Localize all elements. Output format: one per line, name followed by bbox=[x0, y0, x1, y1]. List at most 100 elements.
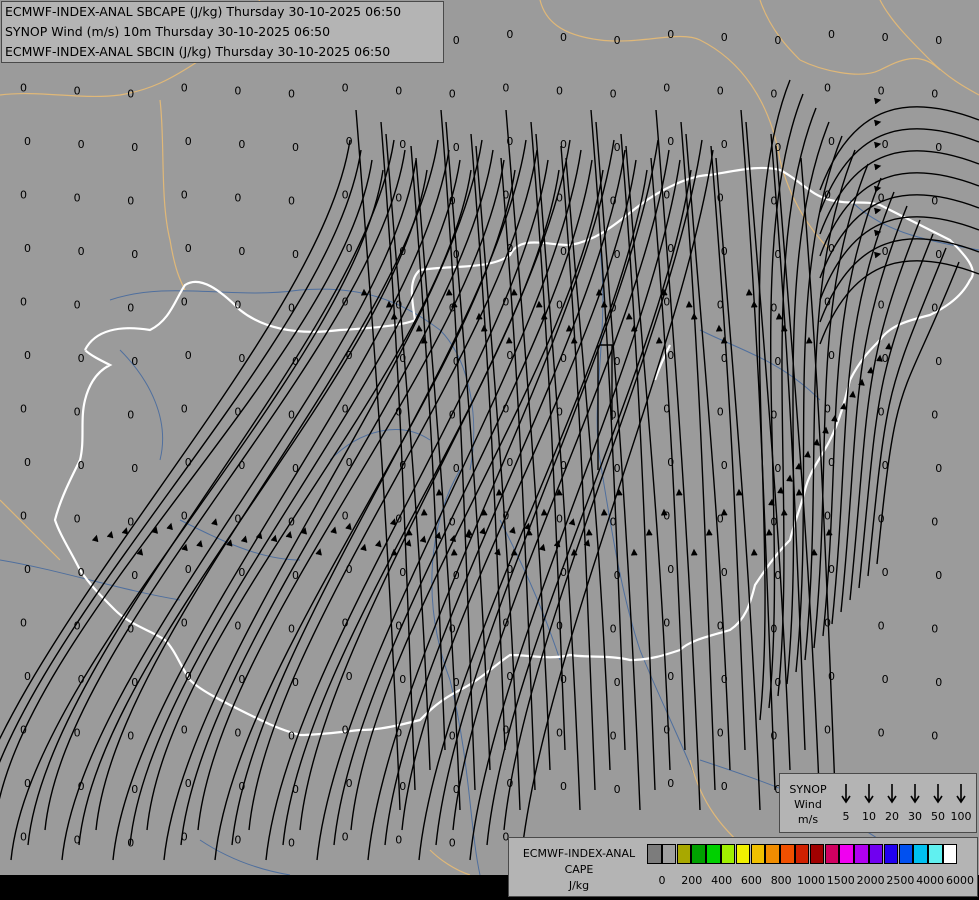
cape-value: 0 bbox=[181, 617, 188, 630]
cape-value: 0 bbox=[20, 510, 27, 523]
cape-value: 0 bbox=[24, 349, 31, 362]
cape-color-swatch bbox=[854, 844, 869, 864]
cape-value: 0 bbox=[614, 141, 621, 154]
cape-color-swatch bbox=[720, 844, 736, 864]
wind-legend-arrow bbox=[841, 784, 851, 804]
cape-value: 0 bbox=[770, 730, 777, 743]
map-canvas[interactable]: 0 0 0 0 0 0 0 0 0 0 0 0 0 0 0 0 0 0 0 0 0 0 0 0 0 0 0 0 0 0 0 0 0 0 0 0 0 0 0 0… bbox=[0, 0, 979, 900]
cape-value: 0 bbox=[131, 141, 138, 154]
cape-value: 0 bbox=[238, 352, 245, 365]
cape-value: 0 bbox=[882, 31, 889, 44]
cape-value: 0 bbox=[828, 135, 835, 148]
cape-color-swatch bbox=[839, 844, 854, 864]
cape-value: 0 bbox=[292, 462, 299, 475]
cape-value: 0 bbox=[342, 403, 349, 416]
cape-scale-ticks: 0 200 400 600 800 1000 1500 2000 2500 4000 6000 bbox=[647, 874, 977, 888]
cape-value: 0 bbox=[824, 296, 831, 309]
cape-value: 0 bbox=[20, 403, 27, 416]
cape-value: 0 bbox=[663, 82, 670, 95]
wind-legend-arrow bbox=[910, 784, 920, 804]
cape-value: 0 bbox=[238, 138, 245, 151]
cape-value: 0 bbox=[449, 730, 456, 743]
cape-value: 0 bbox=[935, 676, 942, 689]
cape-value: 0 bbox=[131, 676, 138, 689]
cape-value: 0 bbox=[78, 459, 85, 472]
cape-value: 0 bbox=[181, 296, 188, 309]
cape-tick-label: 1500 bbox=[826, 874, 855, 887]
cape-color-swatch bbox=[780, 844, 795, 864]
wind-value-50: 50 bbox=[931, 810, 945, 823]
cape-value: 0 bbox=[346, 242, 353, 255]
cape-value: 0 bbox=[342, 510, 349, 523]
cape-value: 0 bbox=[74, 85, 81, 98]
cape-value: 0 bbox=[20, 296, 27, 309]
cape-value: 0 bbox=[828, 349, 835, 362]
cape-value: 0 bbox=[234, 727, 241, 740]
cape-tick-label: 0 bbox=[658, 874, 666, 887]
cape-value: 0 bbox=[556, 727, 563, 740]
cape-value: 0 bbox=[614, 34, 621, 47]
cape-value: 0 bbox=[931, 730, 938, 743]
cape-value: 0 bbox=[614, 676, 621, 689]
cape-value: 0 bbox=[614, 462, 621, 475]
cape-value: 0 bbox=[453, 462, 460, 475]
cape-value: 0 bbox=[717, 85, 724, 98]
wind-legend-arrow bbox=[864, 784, 874, 804]
cape-value: 0 bbox=[24, 777, 31, 790]
cape-value: 0 bbox=[878, 85, 885, 98]
cape-value: 0 bbox=[663, 296, 670, 309]
cape-value: 0 bbox=[238, 245, 245, 258]
cape-tick-label: 2000 bbox=[856, 874, 885, 887]
wind-value-10: 10 bbox=[862, 810, 876, 823]
cape-value: 0 bbox=[342, 82, 349, 95]
cape-color-swatch bbox=[661, 844, 677, 864]
cape-color-swatch bbox=[913, 844, 928, 864]
cape-color-swatch bbox=[928, 844, 943, 864]
cape-value: 0 bbox=[181, 724, 188, 737]
cape-tick-label: 1000 bbox=[797, 874, 825, 887]
cape-value: 0 bbox=[127, 195, 134, 208]
cape-value: 0 bbox=[667, 28, 674, 41]
wind-legend-arrow bbox=[887, 784, 897, 804]
cape-value: 0 bbox=[828, 28, 835, 41]
cape-value: 0 bbox=[449, 623, 456, 636]
map-title-box: ECMWF-INDEX-ANAL SBCAPE (J/kg) Thursday … bbox=[1, 1, 444, 63]
cape-value: 0 bbox=[399, 780, 406, 793]
cape-tick-label: 4000 bbox=[916, 874, 945, 887]
wind-legend-label: SYNOP Wind m/s bbox=[789, 783, 827, 826]
cape-value: 0 bbox=[181, 403, 188, 416]
cape-value: 0 bbox=[288, 195, 295, 208]
cape-value: 0 bbox=[449, 88, 456, 101]
cape-value: 0 bbox=[185, 777, 192, 790]
cape-color-swatch bbox=[691, 844, 706, 864]
cape-color-swatch bbox=[706, 844, 721, 864]
cape-value: 0 bbox=[935, 569, 942, 582]
wind-legend: SYNOP Wind m/s 5 10 20 30 50 100 bbox=[779, 773, 977, 833]
cape-value: 0 bbox=[663, 617, 670, 630]
cape-value: 0 bbox=[824, 82, 831, 95]
wind-value-30: 30 bbox=[908, 810, 922, 823]
cape-value: 0 bbox=[610, 623, 617, 636]
cape-value: 0 bbox=[234, 85, 241, 98]
cape-value: 0 bbox=[346, 670, 353, 683]
cape-value: 0 bbox=[931, 623, 938, 636]
wind-legend-arrow bbox=[956, 784, 966, 804]
cape-value: 0 bbox=[288, 88, 295, 101]
cape-color-swatch bbox=[809, 844, 825, 864]
cape-color-swatch bbox=[750, 844, 766, 864]
cape-value: 0 bbox=[399, 566, 406, 579]
cape-value: 0 bbox=[556, 85, 563, 98]
cape-value: 0 bbox=[721, 780, 728, 793]
cape-value: 0 bbox=[127, 88, 134, 101]
cape-value: 0 bbox=[774, 34, 781, 47]
cape-value: 0 bbox=[78, 138, 85, 151]
title-line-synop-wind: SYNOP Wind (m/s) 10m Thursday 30-10-2025… bbox=[5, 24, 331, 39]
cape-value: 0 bbox=[667, 563, 674, 576]
cape-value: 0 bbox=[127, 409, 134, 422]
cape-color-swatch bbox=[868, 844, 884, 864]
cape-tick-label: 6000 bbox=[946, 874, 974, 887]
cape-value: 0 bbox=[774, 676, 781, 689]
cape-value: 0 bbox=[935, 34, 942, 47]
cape-value: 0 bbox=[127, 302, 134, 315]
cape-value: 0 bbox=[931, 516, 938, 529]
